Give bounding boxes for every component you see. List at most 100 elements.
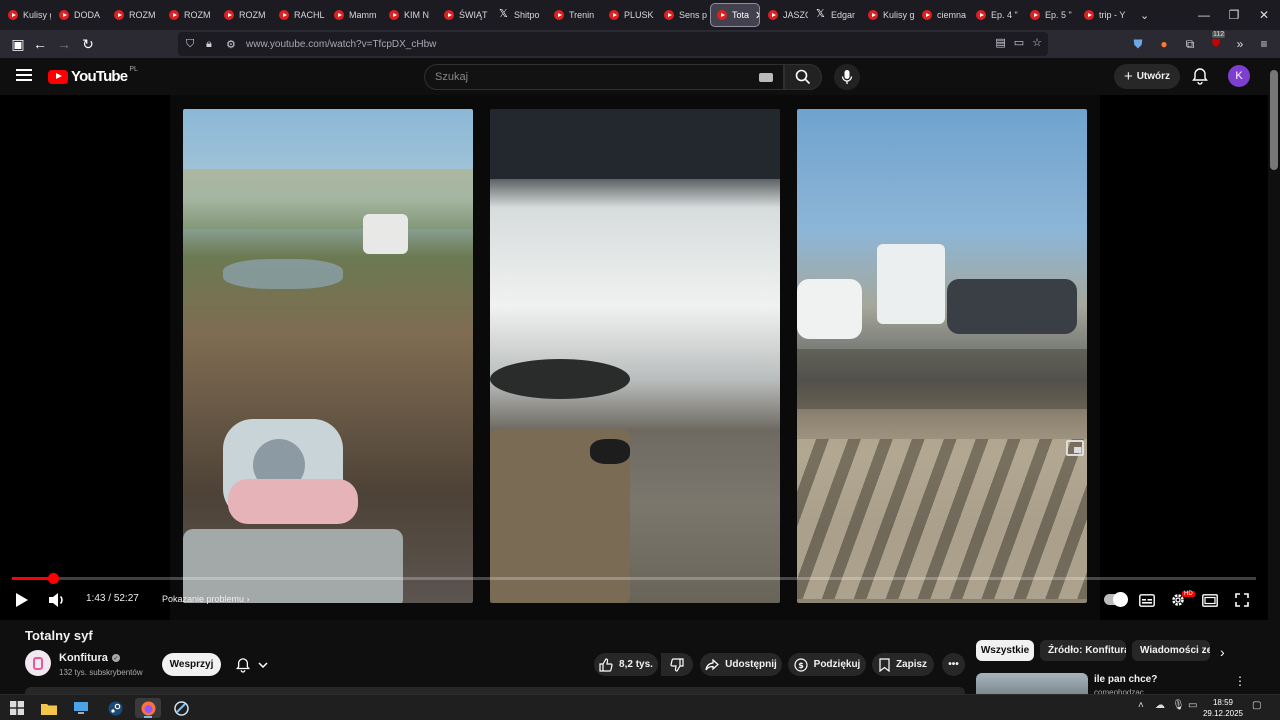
notifications-button[interactable] — [1190, 66, 1210, 86]
search-button[interactable] — [784, 64, 822, 90]
reload-button[interactable]: ↻ — [76, 32, 100, 56]
browser-tab[interactable]: ROZM — [163, 3, 216, 27]
youtube-logo[interactable]: YouTube PL — [48, 66, 138, 85]
browser-tab[interactable]: PLUSK — [603, 3, 656, 27]
browser-tab[interactable]: Kulisy g — [862, 3, 914, 27]
notifications-center-icon[interactable]: ▢ — [1252, 700, 1261, 711]
browser-tab[interactable]: Kulisy g — [2, 3, 51, 27]
play-button[interactable] — [12, 590, 32, 610]
chip-source[interactable]: Źródło: Konfitura — [1040, 640, 1126, 661]
extensions-icon[interactable]: ⧉ — [1180, 34, 1200, 54]
browser-tab[interactable]: Shitpo — [493, 3, 546, 27]
chevron-right-icon: › — [246, 594, 250, 604]
youtube-icon — [609, 10, 619, 20]
app-icon[interactable] — [168, 698, 194, 718]
picture-in-picture-icon[interactable] — [1066, 440, 1084, 456]
forward-button[interactable]: → — [52, 32, 76, 56]
bookmark-star-icon[interactable]: ☆ — [1032, 36, 1042, 49]
join-button[interactable]: Wesprzyj — [162, 653, 221, 676]
subscriber-count: 132 tys. subskrybentów — [59, 668, 143, 677]
system-clock[interactable]: 18:59 29.12.2025 — [1200, 697, 1246, 719]
tray-chevron-up-icon[interactable]: ˄ — [1138, 700, 1144, 711]
address-bar[interactable]: ⛉ 🔒︎ ⚙︎ www.youtube.com/watch?v=TfcpDX_c… — [178, 32, 1048, 56]
subtitles-icon — [1139, 593, 1155, 607]
car-wheel-shape — [490, 359, 630, 399]
vpn-extension-icon[interactable]: ⛊ — [1128, 34, 1148, 54]
fullscreen-button[interactable] — [1232, 590, 1252, 610]
volume-button[interactable] — [46, 590, 68, 610]
sidebar-toggle-icon[interactable]: ▣ — [6, 32, 30, 56]
microphone-tray-icon[interactable]: 🎙︎ — [1172, 700, 1185, 711]
menu-icon[interactable] — [16, 69, 32, 81]
browser-tab[interactable]: Ep. 5 " — [1024, 3, 1076, 27]
chip-all[interactable]: Wszystkie — [976, 640, 1034, 661]
steam-icon[interactable] — [102, 698, 128, 718]
browser-tab[interactable]: Edgar — [810, 3, 860, 27]
network-icon[interactable]: ▭ — [1188, 700, 1197, 711]
minimize-button[interactable]: — — [1188, 0, 1220, 30]
browser-tab[interactable]: JASZC — [762, 3, 808, 27]
search-input[interactable] — [435, 71, 735, 83]
subtitles-button[interactable] — [1137, 590, 1157, 610]
browser-tab[interactable]: RACHL — [273, 3, 326, 27]
close-window-button[interactable]: ✕ — [1248, 0, 1280, 30]
windows-start-icon[interactable] — [4, 698, 30, 718]
onedrive-cloud-icon[interactable]: ☁ — [1155, 700, 1165, 711]
subscription-notifications-button[interactable] — [228, 653, 276, 676]
browser-tab[interactable]: Trenin — [548, 3, 601, 27]
autoplay-toggle[interactable] — [1104, 592, 1128, 607]
scrubber-handle[interactable] — [48, 573, 59, 584]
voice-search-button[interactable] — [834, 64, 860, 90]
pip-icon[interactable]: ▭ — [1014, 36, 1024, 49]
back-button[interactable]: ← — [28, 32, 52, 56]
create-button[interactable]: + Utwórz — [1114, 64, 1180, 89]
browser-tab[interactable]: trip - Y — [1078, 3, 1130, 27]
jar-logo-icon — [33, 656, 43, 670]
maximize-button[interactable]: ❐ — [1218, 0, 1250, 30]
browser-tab[interactable]: ROZM — [108, 3, 161, 27]
scrollbar-thumb[interactable] — [1270, 70, 1278, 170]
account-avatar[interactable]: K — [1228, 65, 1250, 87]
chips-next-icon[interactable]: › — [1220, 644, 1225, 660]
super-thanks-icon: $ — [794, 657, 808, 672]
chip-news[interactable]: Wiadomości ze — [1132, 640, 1210, 661]
browser-tab[interactable]: Ep. 4 " — [970, 3, 1022, 27]
save-button[interactable]: Zapisz — [872, 653, 934, 676]
fox-extension-icon[interactable]: ● — [1154, 34, 1174, 54]
file-explorer-icon[interactable] — [36, 698, 62, 718]
recommended-title[interactable]: ile pan chce? — [1094, 674, 1157, 685]
dislike-button[interactable] — [661, 653, 693, 676]
share-button[interactable]: Udostępnij — [700, 653, 782, 676]
chapter-button[interactable]: Pokazanie problemu › — [162, 594, 250, 604]
reader-icon[interactable]: ▤ — [995, 36, 1005, 49]
channel-avatar[interactable] — [25, 650, 51, 676]
keyboard-icon[interactable] — [759, 73, 773, 82]
this-pc-icon[interactable] — [68, 698, 94, 718]
thanks-button[interactable]: $ Podziękuj — [788, 653, 866, 676]
recommended-thumbnail[interactable] — [976, 673, 1088, 694]
browser-tab[interactable]: ciemna — [916, 3, 968, 27]
browser-tab[interactable]: Tota ✕ — [710, 3, 760, 27]
ublock-icon[interactable]: ⛊ 112 — [1206, 31, 1226, 54]
theater-mode-button[interactable] — [1200, 590, 1220, 610]
browser-tab[interactable]: KIM N — [383, 3, 436, 27]
close-tab-icon[interactable]: ✕ — [755, 9, 759, 22]
search-icon — [795, 69, 811, 85]
browser-tab[interactable]: Sens p — [658, 3, 708, 27]
description-box[interactable] — [25, 687, 965, 694]
page-scrollbar[interactable] — [1268, 58, 1280, 694]
more-actions-button[interactable]: ••• — [942, 653, 965, 676]
browser-tab[interactable]: ŚWIĄT — [438, 3, 491, 27]
overflow-chevron-icon[interactable]: » — [1230, 34, 1250, 54]
browser-tab[interactable]: Mamm — [328, 3, 381, 27]
app-menu-icon[interactable]: ≡ — [1254, 34, 1274, 54]
list-all-tabs-icon[interactable]: ⌄ — [1140, 9, 1149, 22]
browser-tab[interactable]: DODA — [53, 3, 106, 27]
browser-tab[interactable]: ROZM — [218, 3, 271, 27]
progress-bar[interactable] — [12, 573, 1256, 584]
channel-name-link[interactable]: Konfitura ✓ — [59, 652, 120, 664]
video-title: Totalny syf — [25, 628, 93, 643]
firefox-icon[interactable] — [135, 698, 161, 718]
recommended-menu-icon[interactable]: ⋮ — [1234, 674, 1246, 688]
like-button[interactable]: 8,2 tys. — [594, 653, 658, 676]
